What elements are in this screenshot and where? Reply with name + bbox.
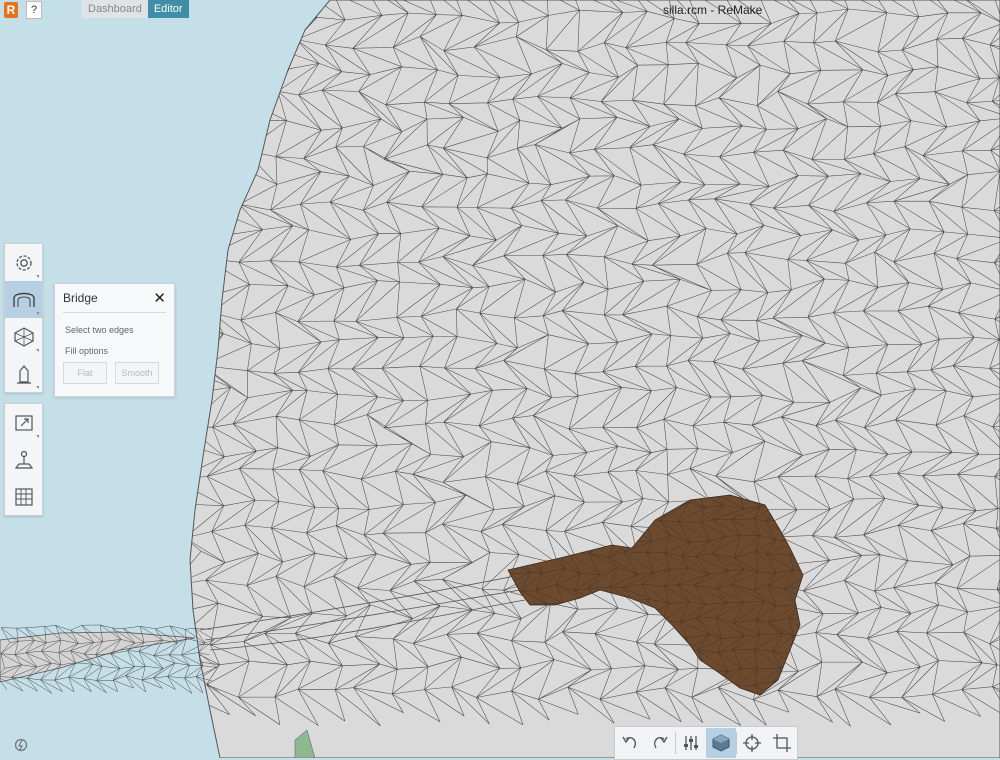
bridge-icon <box>12 292 35 307</box>
window-title: silla.rcm - ReMake <box>663 3 763 17</box>
fill-options-label: Fill options <box>65 346 109 356</box>
app-header: R ? <box>4 0 42 20</box>
sculpt-button[interactable] <box>5 355 42 392</box>
bridge-panel-header: Bridge ✕ <box>63 284 166 313</box>
redo-icon <box>654 736 668 749</box>
joystick-icon <box>14 450 33 469</box>
fill-options: Flat Smooth <box>63 362 174 384</box>
tab-dashboard[interactable]: Dashboard <box>82 0 148 18</box>
crop-button[interactable] <box>767 728 797 758</box>
app-logo[interactable]: R <box>4 2 18 18</box>
redo-button[interactable] <box>645 728 675 758</box>
shaded-view-icon <box>712 734 730 752</box>
grid-button[interactable] <box>5 478 42 515</box>
close-icon[interactable]: ✕ <box>153 289 166 307</box>
shaded-view-button[interactable] <box>706 728 736 758</box>
undo-button[interactable] <box>615 728 645 758</box>
settings-icon <box>15 254 32 271</box>
smooth-button[interactable]: Smooth <box>115 362 159 384</box>
mode-tabs: Dashboard Editor <box>82 0 189 18</box>
sliders-icon <box>684 736 698 750</box>
sliders-button[interactable] <box>676 728 706 758</box>
activity-icon[interactable] <box>14 738 28 752</box>
target-button[interactable] <box>737 728 767 758</box>
flat-button[interactable]: Flat <box>63 362 107 384</box>
target-icon <box>743 734 761 752</box>
grid-icon <box>14 487 33 506</box>
mesh-shape-button[interactable] <box>5 318 42 355</box>
export-icon <box>14 414 33 431</box>
export-button[interactable] <box>5 404 42 441</box>
view-toolbar <box>614 726 798 760</box>
mesh-shape-icon <box>13 326 34 347</box>
bridge-panel: Bridge ✕ Select two edges Fill options F… <box>54 283 175 397</box>
joystick-button[interactable] <box>5 441 42 478</box>
undo-icon <box>622 736 636 749</box>
settings-button[interactable] <box>5 244 42 281</box>
bridge-panel-title: Bridge <box>63 291 98 305</box>
bridge-button[interactable] <box>5 281 42 318</box>
bridge-instruction: Select two edges <box>65 325 134 335</box>
crop-icon <box>773 734 791 752</box>
toolbar-tools <box>4 243 43 393</box>
tab-editor[interactable]: Editor <box>147 0 189 18</box>
toolbar-output <box>4 403 43 516</box>
sculpt-icon <box>16 364 31 384</box>
help-button[interactable]: ? <box>26 1 42 19</box>
